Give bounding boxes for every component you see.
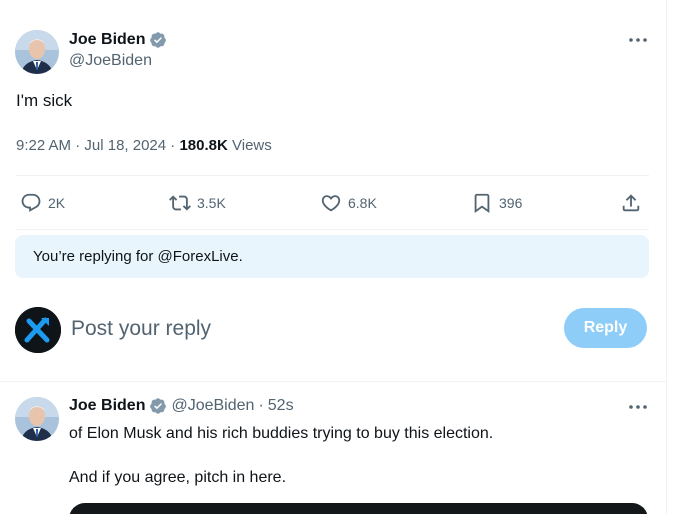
like-action[interactable]: 6.8K [320,186,377,220]
views-label: Views [232,137,272,154]
reply-icon [21,193,41,212]
tweet-actions: 2K 3.5K 6.8K 396 [16,186,649,220]
current-user-avatar[interactable] [15,307,61,353]
heart-icon [321,195,341,212]
meta-separator: · [75,137,81,154]
reply-tweet-text: of Elon Musk and his rich buddies trying… [69,424,493,512]
reply-author-handle[interactable]: @JoeBiden [171,397,254,415]
bookmark-icon [474,193,490,214]
reply-button-label: Reply [583,319,628,336]
views-count: 180.8K [179,137,228,154]
bookmark-action[interactable]: 396 [471,186,522,220]
meta-separator: · [170,137,176,154]
share-action[interactable] [620,186,642,220]
replying-for-text: You’re replying for @ForexLive. [33,248,243,265]
verified-badge-icon [150,32,167,48]
timeline-column: Joe Biden @JoeBiden I'm sick 9:22 AM · J… [0,0,667,514]
author-name-text[interactable]: Joe Biden [69,31,145,49]
header-separator: · [258,397,264,414]
reply-time-ago[interactable]: 52s [268,397,294,415]
verified-badge-icon [150,398,167,414]
reply-text-line: of Elon Musk and his rich buddies trying… [69,425,494,442]
retweet-count: 3.5K [197,195,226,211]
divider [16,229,649,230]
author-handle[interactable]: @JoeBiden [69,52,167,70]
section-divider [0,381,667,382]
reply-media-card[interactable] [69,503,648,514]
reply-more-options-icon[interactable] [626,397,650,417]
author-avatar[interactable] [15,30,59,74]
tweet-meta: 9:22 AM · Jul 18, 2024 · 180.8K Views [16,137,272,154]
tweet-text: I'm sick [16,91,73,110]
reply-text-line: And if you agree, pitch in here. [69,469,287,486]
reply-author-avatar[interactable] [15,397,59,441]
tweet-date[interactable]: Jul 18, 2024 [84,137,166,154]
retweet-icon [169,195,191,211]
replying-for-banner: You’re replying for @ForexLive. [15,235,649,278]
reply-count: 2K [48,195,66,211]
reply-compose-input[interactable] [71,313,551,345]
bookmark-count: 396 [499,195,523,211]
more-options-icon[interactable] [626,30,650,50]
like-count: 6.8K [348,195,377,211]
author-name-block: Joe Biden @JoeBiden [69,31,167,70]
share-icon [622,194,640,212]
reply-tweet-header: Joe Biden @JoeBiden · 52s [69,397,294,415]
tweet-time[interactable]: 9:22 AM [16,137,71,154]
author-display-name[interactable]: Joe Biden [69,31,167,49]
reply-author-name[interactable]: Joe Biden [69,397,145,415]
retweet-action[interactable]: 3.5K [169,186,226,220]
reply-action[interactable]: 2K [20,186,65,220]
reply-button[interactable]: Reply [564,308,647,348]
divider [16,175,649,176]
